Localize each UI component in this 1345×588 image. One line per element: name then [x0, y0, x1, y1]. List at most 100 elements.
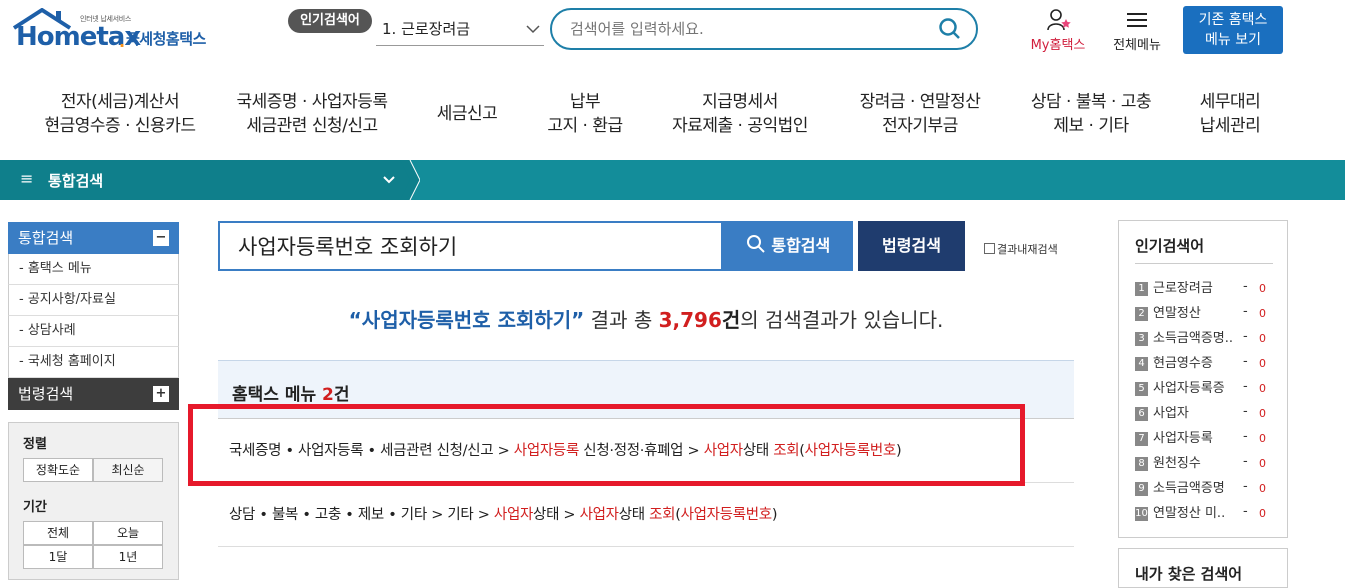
search-icon[interactable]: [938, 17, 962, 45]
sidebar-item-nts-home[interactable]: - 국세청 홈페이지: [8, 347, 179, 378]
popular-keyword-item[interactable]: 2 연말정산 -0: [1135, 304, 1275, 324]
summary-unit: 건: [721, 308, 741, 332]
nav-label-line1: 세금신고: [436, 104, 498, 124]
rank-change-count: 0: [1259, 332, 1266, 345]
old-menu-line1: 기존 홈택스: [1198, 12, 1268, 28]
popular-keyword-label: 연말정산 미..: [1153, 506, 1226, 521]
rank-change-count: 0: [1259, 382, 1266, 395]
filter-panel: 정렬 정확도순 최신순 기간 전체 오늘 1달 1년: [8, 422, 179, 580]
nav-payment[interactable]: 납부 고지 · 환급: [530, 90, 640, 140]
rank-change-dash: -: [1243, 354, 1248, 369]
popular-keyword-item[interactable]: 9 소득금액증명 -0: [1135, 479, 1275, 499]
left-sidebar: 통합검색 − - 홈택스 메뉴 - 공지사항/자료실 - 상담사례 - 국세청 …: [8, 222, 179, 580]
sort-accuracy-button[interactable]: 정확도순: [23, 458, 93, 482]
popular-keyword-item[interactable]: 6 사업자 -0: [1135, 404, 1275, 424]
section-title: 홈택스 메뉴 2건: [232, 380, 350, 405]
collapse-icon[interactable]: −: [153, 230, 169, 246]
header-search-input[interactable]: [570, 18, 920, 40]
header-search-box[interactable]: [550, 8, 978, 50]
result-item[interactable]: 상담 • 불복 • 고충 • 제보 • 기타 > 기타 > 사업자상태 > 사업…: [218, 483, 1074, 547]
nav-tax-agent[interactable]: 세무대리 납세관리: [1180, 90, 1280, 140]
nav-tax-return[interactable]: 세금신고: [422, 102, 512, 152]
popular-keyword-item[interactable]: 1 근로장려금 -0: [1135, 279, 1275, 299]
rank-change-count: 0: [1259, 432, 1266, 445]
popular-keyword-select[interactable]: 1. 근로장려금: [376, 14, 544, 46]
result-text: 상태 >: [533, 507, 580, 523]
integrated-search-head[interactable]: 통합검색 −: [8, 222, 179, 254]
popular-keyword-item[interactable]: 10 연말정산 미.. -0: [1135, 504, 1275, 524]
popular-keyword-label: 소득금액증명..: [1153, 331, 1234, 346]
rank-number: 10: [1135, 507, 1148, 521]
nav-certificate-registration[interactable]: 국세증명 · 사업자등록 세금관련 신청/신고: [222, 90, 402, 140]
result-highlight-text: 사업자: [579, 507, 619, 523]
popular-keyword-item[interactable]: 3 소득금액증명.. -0: [1135, 329, 1275, 349]
section-title-label: 홈택스 메뉴: [232, 385, 323, 405]
rank-change-dash: -: [1243, 454, 1248, 469]
result-highlight-text: 조회: [649, 507, 676, 523]
nav-e-invoice[interactable]: 전자(세금)계산서 현금영수증 · 신용카드: [30, 90, 210, 140]
chevron-down-icon[interactable]: [382, 170, 396, 194]
main-search-box[interactable]: [218, 221, 723, 271]
summary-count: 3,796: [658, 308, 722, 332]
search-in-result-checkbox[interactable]: 결과내재검색: [984, 241, 1058, 257]
law-search-button[interactable]: 법령검색: [858, 221, 965, 271]
result-text: 상담 • 불복 • 고충 • 제보 • 기타 > 기타 >: [229, 507, 494, 523]
summary-text2: 의 검색결과가 있습니다.: [740, 308, 944, 332]
search-icon: [746, 235, 765, 253]
popular-keyword-label: 사업자등록: [1153, 431, 1213, 446]
period-month-button[interactable]: 1달: [23, 545, 93, 569]
nav-payment-statement[interactable]: 지급명세서 자료제출 · 공익법인: [660, 90, 820, 140]
expand-icon[interactable]: +: [153, 386, 169, 402]
rank-change-count: 0: [1259, 407, 1266, 420]
period-options-row2: 1달 1년: [23, 545, 164, 569]
popular-keyword-item[interactable]: 8 원천징수 -0: [1135, 454, 1275, 474]
integrated-search-button[interactable]: 통합검색: [723, 221, 853, 271]
rank-change-dash: -: [1243, 304, 1248, 319]
all-menu-label: 전체메뉴: [1113, 38, 1161, 53]
summary-query: “사업자등록번호 조회하기”: [348, 308, 585, 332]
period-year-button[interactable]: 1년: [93, 545, 163, 569]
recent-keywords-panel: 내가 찾은 검색어: [1118, 548, 1288, 588]
sidebar-item-hometax-menu[interactable]: - 홈택스 메뉴: [8, 254, 179, 285]
all-menu-button[interactable]: 전체메뉴: [1104, 8, 1170, 53]
nav-label-line1: 상담 · 불복 · 고충: [1030, 92, 1152, 112]
popular-keyword-item[interactable]: 4 현금영수증 -0: [1135, 354, 1275, 374]
popular-keyword-item[interactable]: 5 사업자등록증 -0: [1135, 379, 1275, 399]
rank-number: 7: [1135, 432, 1148, 446]
rank-change-dash: -: [1243, 404, 1248, 419]
rank-change-count: 0: [1259, 507, 1266, 520]
sidebar-item-notice[interactable]: - 공지사항/자료실: [8, 285, 179, 316]
nav-label-line1: 국세증명 · 사업자등록: [236, 92, 388, 112]
rank-number: 9: [1135, 482, 1148, 496]
rank-change-dash: -: [1243, 279, 1248, 294]
main-search-input[interactable]: [238, 233, 708, 259]
breadcrumb-segment[interactable]: ≡ 통합검색: [0, 160, 410, 200]
sort-latest-button[interactable]: 최신순: [93, 458, 163, 482]
sidebar-item-consult[interactable]: - 상담사례: [8, 316, 179, 347]
popular-keywords-panel: 인기검색어 1 근로장려금 -0 2 연말정산 -0 3 소득금액증명.. -0 4 현금영수증 -0…: [1118, 220, 1288, 538]
old-hometax-menu-button[interactable]: 기존 홈택스 메뉴 보기: [1183, 6, 1283, 54]
popular-keyword-badge: 인기검색어: [288, 9, 372, 33]
nav-consultation[interactable]: 상담 · 불복 · 고충 제보 · 기타: [1016, 90, 1166, 140]
result-text: ): [771, 507, 778, 523]
nav-incentive-yearend[interactable]: 장려금 · 연말정산 전자기부금: [840, 90, 1000, 140]
result-highlight-text: 사업자등록번호: [680, 507, 773, 523]
old-menu-line2: 메뉴 보기: [1205, 32, 1261, 48]
highlight-box: [188, 404, 1025, 486]
rank-change-count: 0: [1259, 457, 1266, 470]
nav-label-line2: 납세관리: [1199, 116, 1261, 136]
my-hometax-label: My홈택스: [1030, 38, 1086, 53]
hometax-logo[interactable]: 인터넷 납세서비스 Hometax . 국세청홈택스: [12, 8, 227, 52]
law-search-head[interactable]: 법령검색 +: [8, 378, 179, 410]
popular-keywords-title: 인기검색어: [1135, 237, 1205, 255]
period-all-button[interactable]: 전체: [23, 521, 93, 545]
popular-keyword-item[interactable]: 7 사업자등록 -0: [1135, 429, 1275, 449]
nav-label-line2: 제보 · 기타: [1053, 116, 1129, 136]
rank-change-dash: -: [1243, 429, 1248, 444]
my-hometax-link[interactable]: My홈택스: [1020, 8, 1096, 53]
period-today-button[interactable]: 오늘: [93, 521, 163, 545]
nav-label-line2: 전자기부금: [882, 116, 958, 136]
breadcrumb-arrow-icon: [400, 160, 420, 200]
summary-text1: 결과 총: [584, 308, 659, 332]
checkbox-icon[interactable]: [984, 243, 995, 254]
